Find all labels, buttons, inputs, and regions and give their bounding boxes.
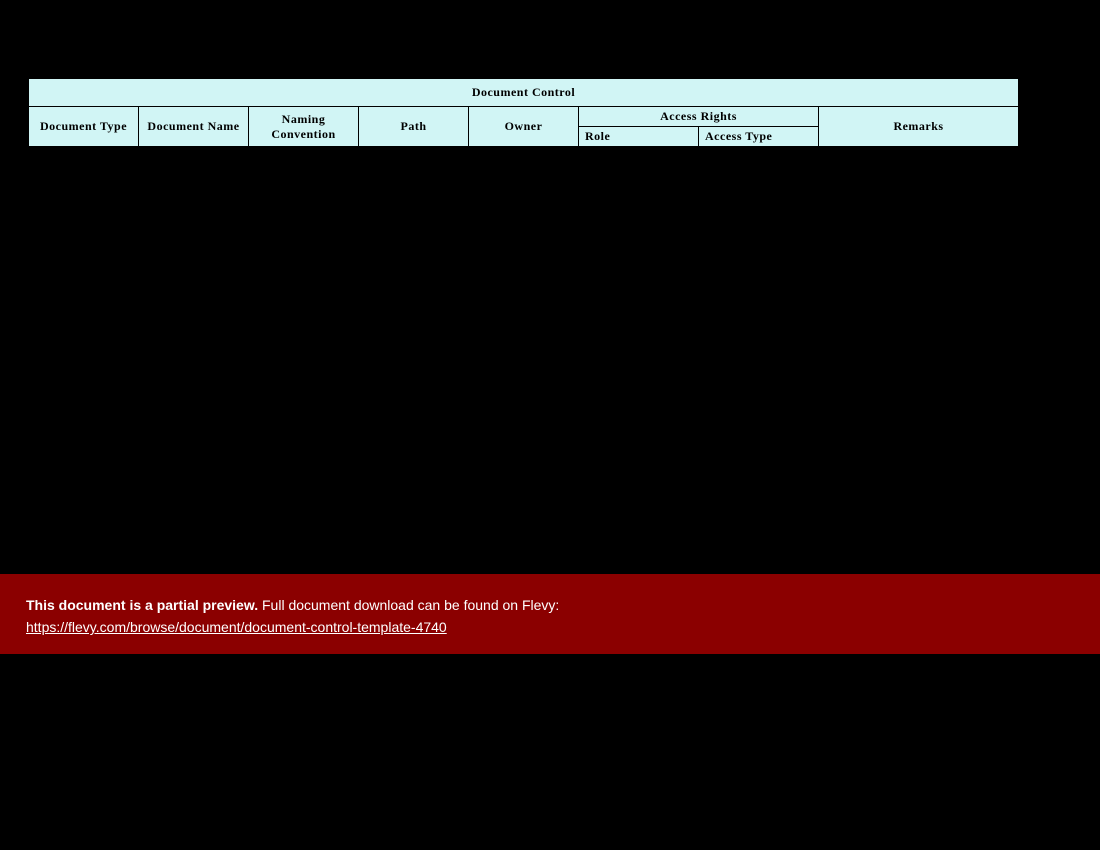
header-row-1: Document Type Document Name Naming Conve… <box>29 107 1019 127</box>
col-doc-type: Document Type <box>29 107 139 147</box>
banner-rest-text: Full document download can be found on F… <box>258 597 559 613</box>
preview-banner: This document is a partial preview. Full… <box>0 574 1100 654</box>
col-owner: Owner <box>469 107 579 147</box>
col-role: Role <box>579 127 699 147</box>
document-control-table: Document Control Document Type Document … <box>28 78 1019 147</box>
page-root: Document Control Document Type Document … <box>0 0 1100 850</box>
col-naming-conv: Naming Convention <box>249 107 359 147</box>
col-doc-name: Document Name <box>139 107 249 147</box>
banner-bold-text: This document is a partial preview. <box>26 597 258 613</box>
table-title: Document Control <box>29 79 1019 107</box>
title-row: Document Control <box>29 79 1019 107</box>
col-remarks: Remarks <box>819 107 1019 147</box>
col-path: Path <box>359 107 469 147</box>
banner-link[interactable]: https://flevy.com/browse/document/docume… <box>26 619 447 635</box>
col-access-type: Access Type <box>699 127 819 147</box>
document-control-sheet: Document Control Document Type Document … <box>28 78 1018 147</box>
col-access-rights: Access Rights <box>579 107 819 127</box>
